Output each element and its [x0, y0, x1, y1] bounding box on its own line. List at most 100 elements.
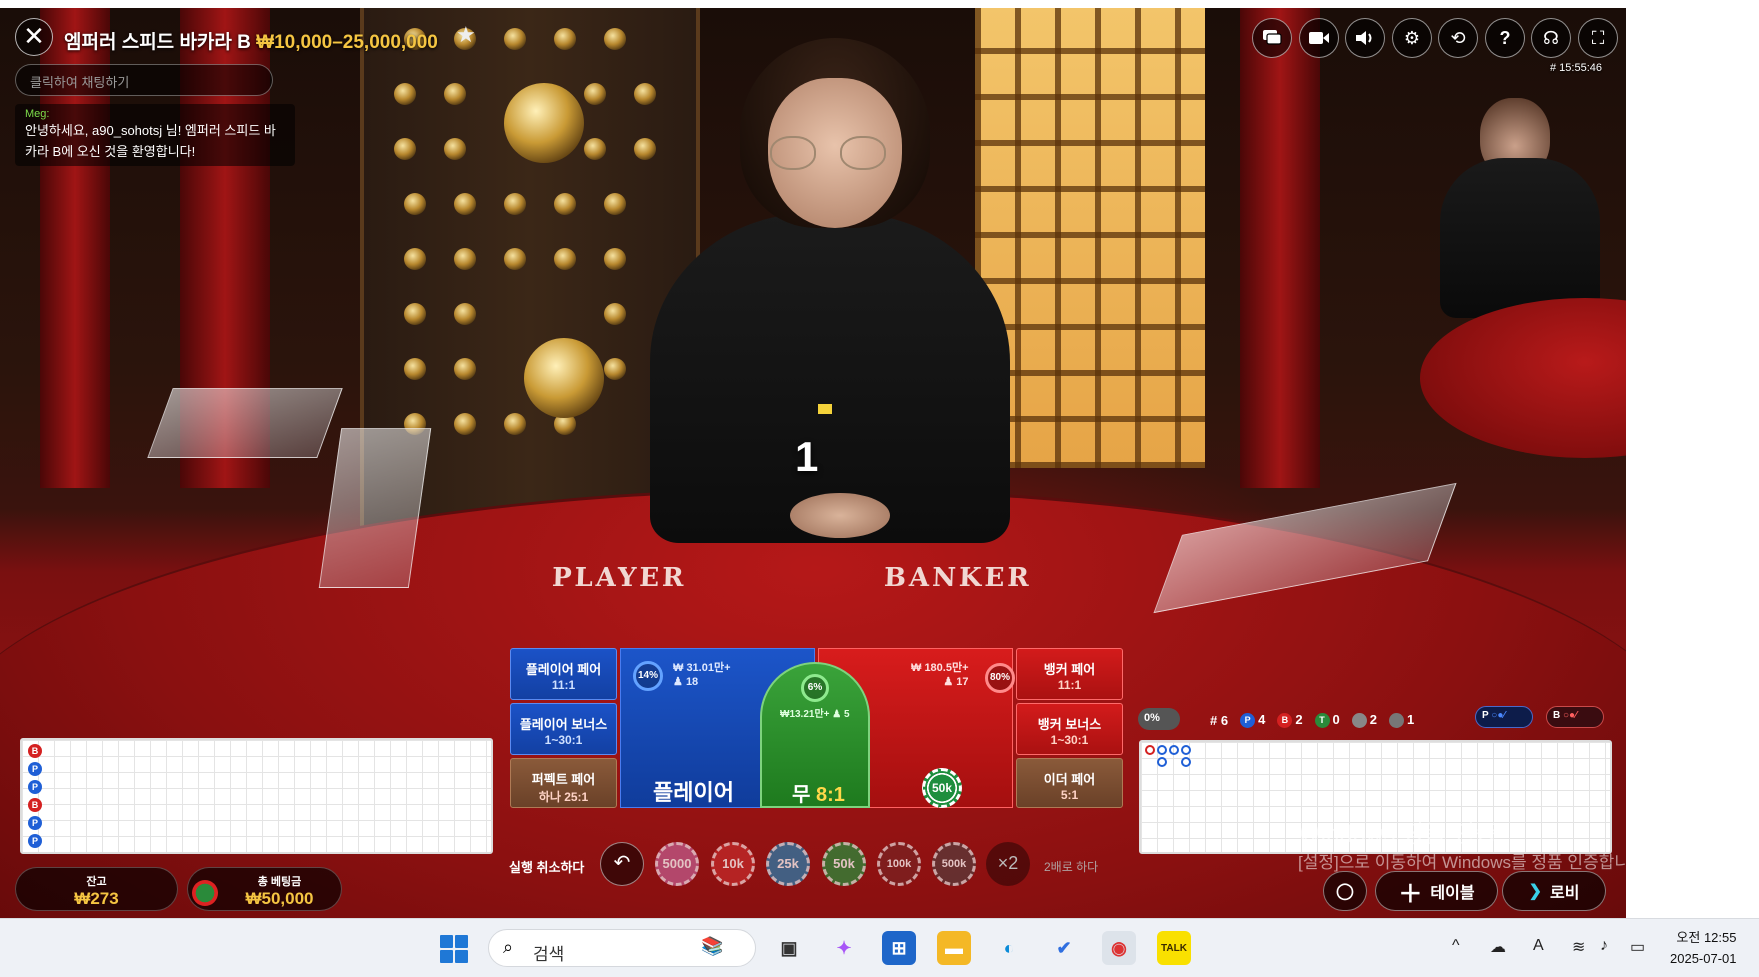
chip-5000[interactable]: 5000	[655, 842, 699, 886]
player-ask-button[interactable]: P ○●⁄	[1475, 706, 1533, 728]
chat-username: Meg:	[25, 108, 50, 120]
perfect-pair-bet[interactable]: 퍼펙트 페어 하나 25:1	[510, 758, 617, 808]
video-toggle-button[interactable]	[1299, 18, 1339, 58]
perfect-pair-label: 퍼펙트 페어	[531, 772, 596, 787]
chip-500k[interactable]: 500k	[932, 842, 976, 886]
bead-1: P	[28, 762, 42, 776]
video-camera-icon	[1309, 32, 1329, 44]
kakaotalk-icon[interactable]: TALK	[1157, 931, 1191, 965]
banker-pair-odds: 11:1	[1057, 678, 1082, 692]
wifi-icon[interactable]: ≋	[1572, 937, 1585, 957]
file-explorer-icon[interactable]: ▬	[937, 931, 971, 965]
banker-pair-bet[interactable]: 뱅커 페어 11:1	[1016, 648, 1123, 700]
player-percent: 14%	[633, 661, 663, 691]
clock-date: 2025-07-01	[1670, 951, 1737, 966]
bead-4: P	[28, 816, 42, 830]
undo-button[interactable]: ↶	[600, 842, 644, 886]
chrome-icon[interactable]: ◉	[1102, 931, 1136, 965]
card-cut-marker	[818, 404, 832, 414]
banker-dot-icon: B	[1277, 713, 1293, 729]
either-pair-odds: 5:1	[1060, 788, 1079, 802]
screen: 1 PLAYER BANKER ✕ 엠퍼러 스피드 바카라 B ₩10,000–…	[0, 0, 1759, 977]
favorite-star-icon[interactable]: ★	[456, 22, 476, 48]
windows-activation-title: Windows 정품 인증	[1298, 821, 1498, 848]
taskbar-search[interactable]: ⌕ 검색 📚	[488, 929, 756, 967]
banker-ask-button[interactable]: B ○●⁄	[1546, 706, 1604, 728]
person-icon: ♟	[673, 676, 683, 688]
player-amount: ₩ 31.01만+	[673, 662, 731, 674]
chat-input[interactable]: 클릭하여 채팅하기	[15, 64, 273, 96]
dealer-glasses	[840, 136, 886, 170]
sound-button[interactable]	[1345, 18, 1385, 58]
double-label: 2배로 하다	[1044, 860, 1099, 874]
history-button[interactable]: ⟲	[1438, 18, 1478, 58]
system-clock[interactable]: 오전 12:55 2025-07-01	[1670, 927, 1737, 969]
undo-label: 실행 취소하다	[509, 860, 585, 875]
input-method-icon[interactable]: A	[1533, 937, 1544, 955]
speaker-icon	[1356, 31, 1372, 45]
banker-percent: 80%	[985, 663, 1015, 693]
close-button[interactable]: ✕	[15, 18, 53, 56]
player-bonus-label: 플레이어 보너스	[519, 717, 608, 732]
settings-button[interactable]: ⚙	[1392, 18, 1432, 58]
player-pair-count: 2	[1351, 712, 1377, 729]
copilot-icon[interactable]: ✦	[827, 931, 861, 965]
player-bonus-odds: 1~30:1	[544, 733, 583, 747]
add-table-button[interactable]: ＋ 테이블	[1375, 871, 1498, 911]
tie-bet[interactable]: 6% ₩13.21만+ ♟ 5 무 8:1	[760, 662, 870, 808]
help-button[interactable]: ?	[1485, 18, 1525, 58]
chip-100k[interactable]: 100k	[877, 842, 921, 886]
double-button[interactable]: ×2	[986, 842, 1030, 886]
road-percent: 0%	[1138, 708, 1180, 730]
player-bet-label: 플레이어	[653, 780, 734, 805]
person-icon: ♟	[943, 676, 954, 688]
person-icon: ♟	[832, 709, 842, 720]
volume-icon[interactable]: ♪	[1600, 937, 1608, 955]
battery-icon[interactable]: ▭	[1630, 937, 1645, 957]
fullscreen-button[interactable]: ⛶	[1578, 18, 1618, 58]
task-view-icon[interactable]: ▣	[772, 931, 806, 965]
chip-10k[interactable]: 10k	[711, 842, 755, 886]
todo-icon[interactable]: ✔	[1047, 931, 1081, 965]
either-pair-bet[interactable]: 이더 페어 5:1	[1016, 758, 1123, 808]
tie-pool: ₩13.21만+ ♟ 5	[780, 709, 850, 720]
tray-chevron-icon[interactable]: ^	[1452, 937, 1460, 955]
banker-felt-label: BANKER	[883, 563, 1033, 593]
player-bonus-bet[interactable]: 플레이어 보너스 1~30:1	[510, 703, 617, 755]
support-button[interactable]: ☊	[1531, 18, 1571, 58]
pair-dot-icon	[1389, 713, 1405, 729]
player-pair-label: 플레이어 페어	[525, 662, 602, 677]
cloud-icon[interactable]: ☁	[1490, 937, 1506, 957]
road-stats: # 6 P4 B2 T0 2 1	[1210, 709, 1414, 731]
headset-icon: ☊	[1543, 27, 1559, 48]
total-bet-value: ₩50,000	[245, 889, 314, 908]
edge-browser-icon[interactable]: ◐	[992, 931, 1026, 965]
bead-0: B	[28, 744, 42, 758]
history-icon: ⟲	[1450, 27, 1466, 48]
store-icon[interactable]: ⊞	[882, 931, 916, 965]
player-pair-bet[interactable]: 플레이어 페어 11:1	[510, 648, 617, 700]
lobby-button[interactable]: ❯ 로비	[1502, 871, 1606, 911]
tie-bet-label: 무 8:1	[792, 784, 845, 806]
player-pair-odds: 11:1	[551, 678, 576, 692]
chip-stack-icon	[192, 880, 218, 906]
chip-25k[interactable]: 25k	[766, 842, 810, 886]
chat-message-text: 안녕하세요, a90_sohotsj 님! 엠퍼러 스피드 바카라 B에 오신 …	[25, 123, 276, 159]
banker-amount: ₩ 180.5만+	[911, 662, 969, 674]
chip-toggle-button[interactable]: ◯	[1323, 871, 1367, 911]
chat-toggle-button[interactable]	[1252, 18, 1292, 58]
bead-road[interactable]: B P P B P P	[20, 738, 493, 854]
chat-message: Meg: 안녕하세요, a90_sohotsj 님! 엠퍼러 스피드 바카라 B…	[15, 104, 295, 166]
banker-pair-count: 1	[1389, 712, 1414, 729]
dealer-glasses	[770, 136, 816, 170]
windows-activation-text: [설정]으로 이동하여 Windows를 정품 인증합니다.	[1298, 853, 1651, 872]
balance-label: 잔고	[86, 876, 107, 888]
countdown-timer: 1	[795, 433, 819, 480]
search-label: 검색	[533, 945, 565, 964]
chip-outline-icon: ◯	[1336, 883, 1354, 900]
start-button[interactable]	[440, 935, 468, 963]
chip-50k[interactable]: 50k	[822, 842, 866, 886]
banker-bonus-bet[interactable]: 뱅커 보너스 1~30:1	[1016, 703, 1123, 755]
total-bet-label: 총 베팅금	[257, 876, 302, 888]
banker-bonus-label: 뱅커 보너스	[1037, 717, 1102, 732]
